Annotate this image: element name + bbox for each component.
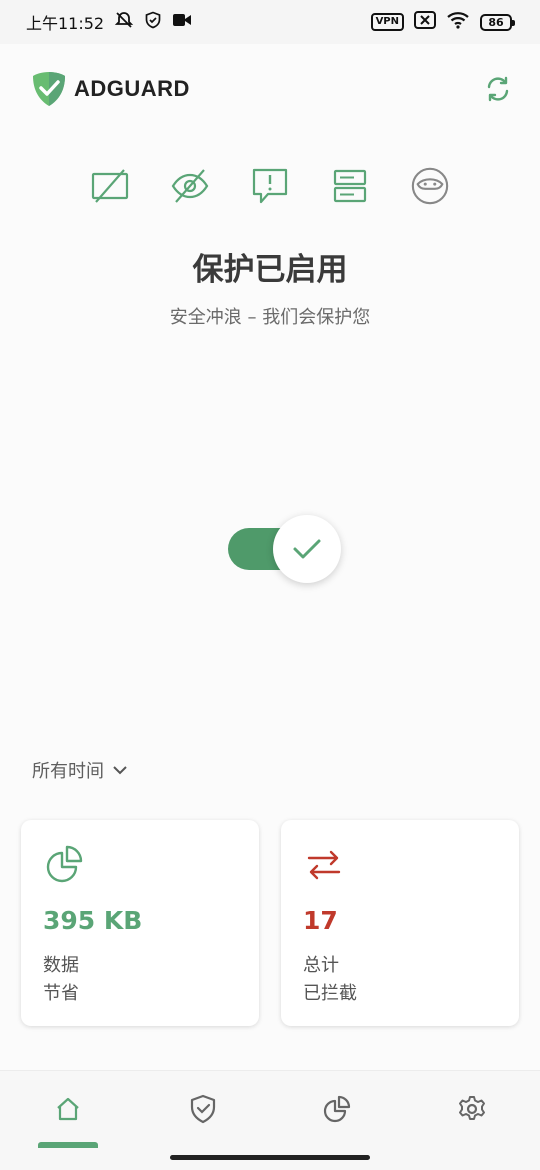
refresh-icon <box>487 76 509 102</box>
nav-home[interactable] <box>48 1089 88 1129</box>
swap-arrows-icon <box>307 850 341 880</box>
stealth-mode-icon[interactable] <box>410 164 450 208</box>
shield-status-icon <box>144 11 162 33</box>
settings-icon <box>459 1096 485 1120</box>
vpn-badge: VPN <box>370 13 404 31</box>
app-header: ADGUARD <box>0 44 540 134</box>
tracking-protection-icon[interactable] <box>170 164 210 208</box>
adguard-shield-logo-icon <box>33 72 65 106</box>
data-saved-card[interactable]: 395 KB 数据 节省 <box>21 820 259 1026</box>
data-saved-label-line1: 数据 <box>43 955 79 976</box>
refresh-button[interactable] <box>478 69 518 109</box>
status-time: 上午11:52 <box>26 14 105 33</box>
pie-chart-icon <box>46 845 83 883</box>
wifi-icon <box>446 11 470 33</box>
blocked-total-card[interactable]: 17 总计 已拦截 <box>281 820 519 1026</box>
protection-status-subtitle: 安全冲浪 – 我们会保护您 <box>169 307 371 328</box>
nav-settings[interactable] <box>452 1089 492 1129</box>
blocked-total-label-line2: 已拦截 <box>303 983 357 1004</box>
battery-indicator: 86 <box>480 13 515 31</box>
system-home-bar[interactable] <box>170 1155 370 1160</box>
annoyance-blocking-icon[interactable] <box>250 164 290 208</box>
chevron-down-icon <box>113 766 127 775</box>
blocked-total-label: 总计 已拦截 <box>303 952 363 1008</box>
data-saved-label-line2: 节省 <box>43 983 79 1004</box>
period-selector[interactable]: 所有时间 <box>32 757 128 783</box>
video-camera-icon <box>172 12 192 32</box>
blocked-total-value: 17 <box>303 906 338 935</box>
app-name: ADGUARD <box>74 76 190 101</box>
mute-icon <box>114 10 134 34</box>
status-bar-right: VPN 86 <box>370 11 515 33</box>
status-bar: 上午11:52 VPN 86 <box>0 0 540 44</box>
data-saved-value: 395 KB <box>43 906 143 935</box>
data-saved-label: 数据 节省 <box>43 952 103 1008</box>
home-icon <box>57 1097 79 1121</box>
protection-shield-icon <box>190 1094 216 1124</box>
statistics-icon <box>323 1095 351 1123</box>
nav-statistics[interactable] <box>317 1089 357 1129</box>
no-sim-icon <box>414 11 436 33</box>
period-label: 所有时间 <box>32 761 104 782</box>
nav-protection[interactable] <box>183 1089 223 1129</box>
protection-toggle-knob[interactable] <box>273 515 341 583</box>
blocked-total-label-line1: 总计 <box>303 955 339 976</box>
checkmark-icon <box>293 539 321 559</box>
adguard-logo: ADGUARD <box>32 71 190 107</box>
active-tab-indicator <box>38 1142 98 1148</box>
status-bar-left: 上午11:52 <box>26 10 192 34</box>
ad-blocking-icon[interactable] <box>90 164 130 208</box>
protection-features <box>0 164 540 210</box>
dns-protection-icon[interactable] <box>330 164 370 208</box>
protection-status-title: 保护已启用 <box>192 252 348 288</box>
